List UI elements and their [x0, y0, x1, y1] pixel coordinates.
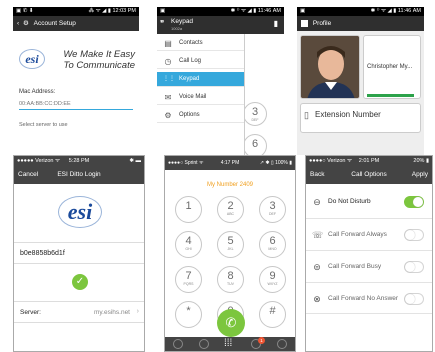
avatar-photo [301, 36, 359, 98]
busy-forward-icon: ⊜ [313, 262, 321, 272]
status-right: ✱ ⁽⁾ ᯤ ◢ ▮ 11:46 AM [370, 8, 421, 14]
call-button[interactable]: ✆ [217, 309, 245, 337]
side-menu: ▤ Contacts ◷ Call Log ⋮⋮ Keypad ✉ Voice … [157, 34, 245, 155]
contacts-icon: ▤ [164, 39, 172, 48]
nav-bar: ●●●●● Verizon ᯤ 5:28 PM ✱ ▬ Cancel ESI D… [14, 156, 144, 184]
settings-icon: ⚙ [22, 20, 29, 27]
action-bar: Profile [297, 16, 424, 31]
presence-bar [367, 94, 414, 97]
tab-bar: ⁞⁞⁞ 1 [165, 337, 295, 351]
key-3[interactable]: 3 DEF [259, 196, 286, 223]
server-value: my.esihs.net [93, 309, 130, 316]
clock: 5:28 PM [68, 158, 90, 164]
option-call-forward-busy[interactable]: ⊜ Call Forward Busy [306, 250, 432, 282]
key-hash[interactable]: # [259, 301, 286, 328]
key-5[interactable]: 5 JKL [217, 231, 244, 258]
mail-icon: ✉ [164, 93, 172, 102]
extension-label: Extension Number [315, 110, 381, 119]
key-6[interactable]: 6 [243, 134, 267, 155]
status-bar: ▣ ✱ ⁽⁾ ᯤ ◢ ▮ 11:46 AM [157, 7, 284, 16]
nav-bar: ●●●●○ Verizon ᯤ 2:01 PM 20% ▮ Back Call … [306, 156, 432, 184]
menu-item-voice-mail[interactable]: ✉ Voice Mail [157, 90, 244, 105]
key-1[interactable]: 1 [175, 196, 202, 223]
gear-icon: ⚙ [164, 111, 172, 120]
page-title: Profile [312, 20, 332, 27]
mac-address-field[interactable] [19, 99, 133, 110]
action-bar: ‹ ⚙ Account Setup [13, 16, 139, 31]
toggle-call-forward-no-answer[interactable] [404, 293, 424, 305]
menu-item-keypad[interactable]: ⋮⋮ Keypad [157, 72, 244, 87]
screen-keypad-menu: ▣ ✱ ⁽⁾ ᯤ ◢ ▮ 11:46 AM ❞ Keypad 1002a ▮ 3… [157, 7, 284, 155]
credential-row[interactable]: b0e8858b6d1f [14, 242, 144, 264]
back-icon[interactable]: ‹ [17, 20, 19, 27]
profile-icon [301, 19, 308, 27]
option-call-forward-always[interactable]: ☏ Call Forward Always [306, 218, 432, 250]
tagline: We Make It Easy To Communicate [63, 49, 135, 71]
extension-card: ▯ Extension Number [300, 103, 421, 133]
clock-icon: ◷ [164, 57, 172, 66]
avatar [300, 35, 360, 99]
screen-ditto-login: ●●●●● Verizon ᯤ 5:28 PM ✱ ▬ Cancel ESI D… [13, 155, 145, 352]
toggle-call-forward-busy[interactable] [404, 261, 424, 273]
notification-icons: ▣ ✆ ⬇ [16, 8, 34, 14]
esi-logo: esi [19, 49, 45, 69]
toggle-do-not-disturb[interactable] [404, 196, 424, 208]
key-star[interactable]: * [175, 301, 202, 328]
success-check-icon: ✓ [72, 274, 88, 290]
key-6[interactable]: 6 MNO [259, 231, 286, 258]
option-do-not-disturb[interactable]: ⊖ Do Not Disturb [306, 186, 432, 218]
voicemail-badge: 1 [258, 337, 265, 344]
phone-icon: ▯ [304, 110, 309, 120]
keypad-icon: ⋮⋮ [163, 76, 175, 82]
menu-item-options[interactable]: ⚙ Options [157, 108, 244, 123]
bluetooth-battery-icon: ✱ ▬ [129, 158, 141, 164]
key-3[interactable]: 3 DEF [243, 102, 267, 126]
screen-ios-keypad: ●●●●○ Sprint ᯤ 4:17 PM ↗ ✱ ▯ 100% ▮ My N… [164, 155, 296, 352]
tab-options-icon[interactable] [277, 339, 287, 349]
notification-icons: ▣ [300, 8, 306, 14]
chevron-right-icon: › [136, 308, 139, 315]
minus-circle-icon: ⊖ [313, 197, 321, 207]
server-row[interactable]: Server: my.esihs.net › [14, 301, 144, 323]
key-4[interactable]: 4 GHI [175, 231, 202, 258]
tab-recents-icon[interactable] [199, 339, 209, 349]
page-title: ESI Ditto Login [57, 171, 101, 178]
no-answer-icon: ⊗ [313, 294, 321, 304]
status-bar: ▣ ✱ ⁽⁾ ᯤ ◢ ▮ 11:46 AM [297, 7, 424, 16]
server-select-label: Select server to use [19, 122, 68, 128]
server-label: Server: [20, 309, 41, 316]
phone-forward-icon: ☏ [312, 230, 324, 240]
mac-label: Mac Address: [19, 89, 56, 95]
key-8[interactable]: 8 TUV [217, 266, 244, 293]
menu-item-call-log[interactable]: ◷ Call Log [157, 54, 244, 69]
page-title: Keypad [171, 18, 194, 25]
tab-contacts-icon[interactable] [173, 339, 183, 349]
notification-icons: ▣ [160, 8, 166, 14]
screen-call-options: ●●●●○ Verizon ᯤ 2:01 PM 20% ▮ Back Call … [305, 155, 433, 352]
key-7[interactable]: 7 PQRS [175, 266, 202, 293]
profile-name: Christopher My... [367, 64, 413, 70]
status-bar: ▣ ✆ ⬇ ⁂ ᯤ ◢ ▮ 12:03 PM [13, 7, 139, 16]
key-9[interactable]: 9 WXYZ [259, 266, 286, 293]
credential-value: b0e8858b6d1f [20, 250, 65, 257]
page-subtitle: 1002a [171, 26, 183, 31]
battery: 20% ▮ [413, 158, 429, 164]
key-2[interactable]: 2 ABC [217, 196, 244, 223]
screen-profile: ▣ ✱ ⁽⁾ ᯤ ◢ ▮ 11:46 AM Profile Christophe… [297, 7, 424, 155]
apply-button[interactable]: Apply [412, 168, 428, 182]
menu-item-contacts[interactable]: ▤ Contacts [157, 36, 244, 51]
drawer-icon[interactable]: ❞ [160, 19, 164, 28]
action-bar: ❞ Keypad 1002a ▮ [157, 16, 284, 34]
toggle-call-forward-always[interactable] [404, 229, 424, 241]
esi-logo: esi [58, 196, 102, 228]
tab-keypad-icon[interactable]: ⁞⁞⁞ [224, 338, 232, 350]
status-right: ✱ ⁽⁾ ᯤ ◢ ▮ 11:46 AM [230, 8, 281, 14]
option-call-forward-no-answer[interactable]: ⊗ Call Forward No Answer [306, 282, 432, 314]
contact-card-icon[interactable]: ▮ [274, 19, 278, 28]
screen-account-setup: ▣ ✆ ⬇ ⁂ ᯤ ◢ ▮ 12:03 PM ‹ ⚙ Account Setup… [13, 7, 139, 155]
status-right: ⁂ ᯤ ◢ ▮ 12:03 PM [88, 8, 136, 14]
page-title: Account Setup [33, 20, 76, 27]
profile-card: Christopher My... [363, 35, 421, 99]
